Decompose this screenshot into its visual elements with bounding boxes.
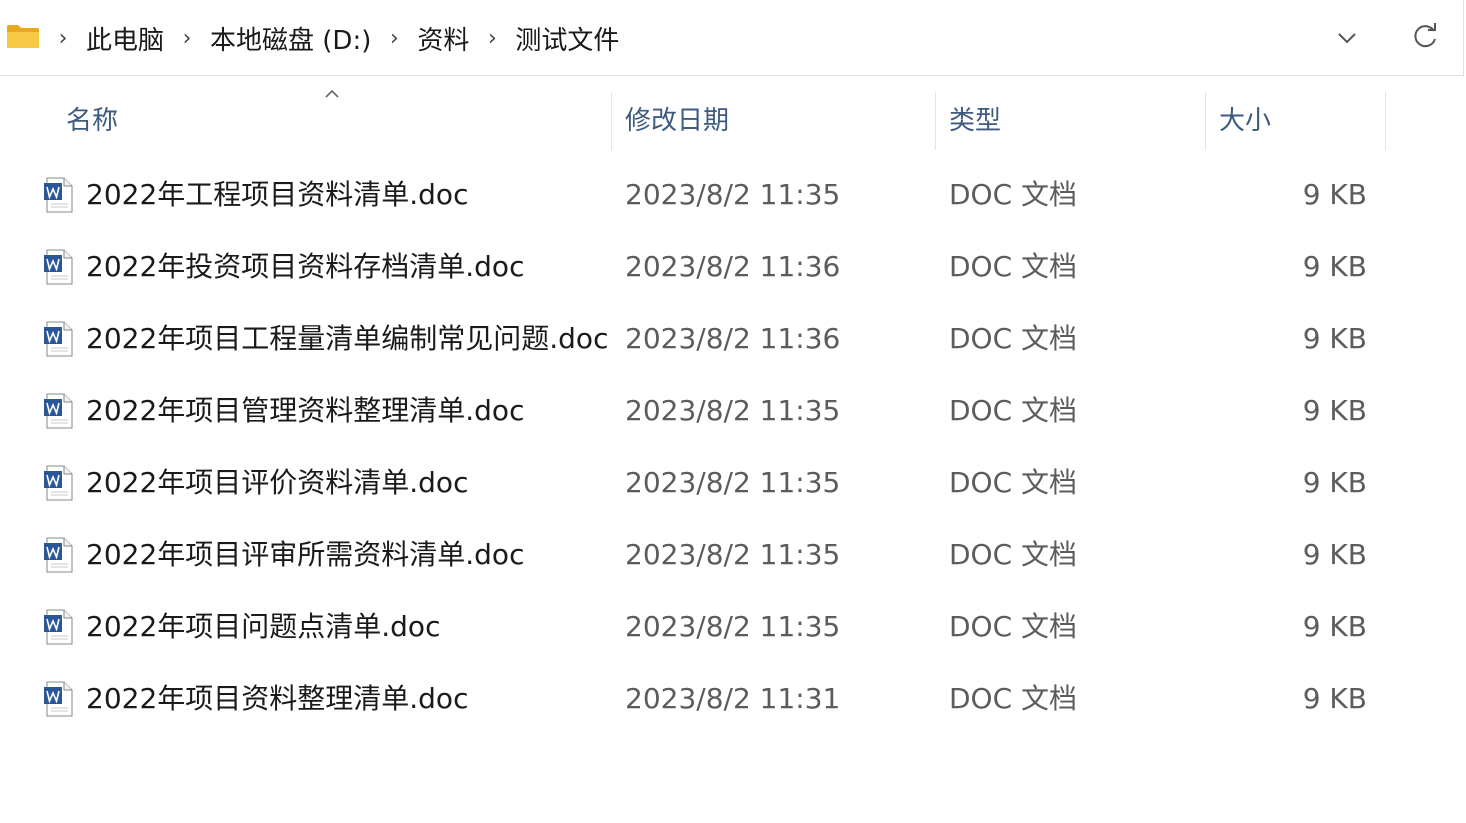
chevron-down-icon[interactable] bbox=[1330, 22, 1364, 54]
column-header-type[interactable]: 类型 bbox=[949, 92, 1001, 150]
file-row[interactable]: 2022年项目工程量清单编制常见问题.doc 2023/8/2 11:36 DO… bbox=[0, 303, 1400, 375]
column-header-size[interactable]: 大小 bbox=[1219, 92, 1271, 150]
column-header-name[interactable]: 名称 bbox=[66, 92, 118, 150]
file-modified: 2023/8/2 11:36 bbox=[625, 322, 841, 355]
file-modified: 2023/8/2 11:36 bbox=[625, 250, 841, 283]
refresh-icon[interactable] bbox=[1408, 20, 1442, 54]
breadcrumb-item-test-files[interactable]: 测试文件 bbox=[511, 20, 623, 57]
file-type: DOC 文档 bbox=[949, 682, 1078, 715]
file-type: DOC 文档 bbox=[949, 322, 1078, 355]
file-row[interactable]: 2022年项目评价资料清单.doc 2023/8/2 11:35 DOC 文档 … bbox=[0, 447, 1400, 519]
file-name: 2022年项目评审所需资料清单.doc bbox=[86, 538, 525, 571]
breadcrumb-separator[interactable]: › bbox=[375, 26, 413, 51]
breadcrumb-item-local-disk[interactable]: 本地磁盘 (D:) bbox=[206, 20, 375, 57]
file-type: DOC 文档 bbox=[949, 610, 1078, 643]
file-size: 9 KB bbox=[1302, 682, 1367, 715]
column-header: 名称 修改日期 类型 大小 bbox=[0, 92, 1466, 150]
file-row[interactable]: 2022年项目管理资料整理清单.doc 2023/8/2 11:35 DOC 文… bbox=[0, 375, 1400, 447]
file-size: 9 KB bbox=[1302, 250, 1367, 283]
file-size: 9 KB bbox=[1302, 610, 1367, 643]
file-name: 2022年项目评价资料清单.doc bbox=[86, 466, 469, 499]
breadcrumb-separator[interactable]: › bbox=[44, 26, 82, 51]
file-row[interactable]: 2022年工程项目资料清单.doc 2023/8/2 11:35 DOC 文档 … bbox=[0, 159, 1400, 231]
breadcrumb-separator[interactable]: › bbox=[168, 26, 206, 51]
file-name: 2022年项目工程量清单编制常见问题.doc bbox=[86, 322, 609, 355]
file-name: 2022年项目资料整理清单.doc bbox=[86, 682, 469, 715]
file-type: DOC 文档 bbox=[949, 178, 1078, 211]
file-modified: 2023/8/2 11:31 bbox=[625, 682, 841, 715]
file-type: DOC 文档 bbox=[949, 538, 1078, 571]
file-modified: 2023/8/2 11:35 bbox=[625, 178, 841, 211]
word-document-icon bbox=[43, 321, 73, 357]
file-modified: 2023/8/2 11:35 bbox=[625, 394, 841, 427]
breadcrumb: › 此电脑 › 本地磁盘 (D:) › 资料 › 测试文件 bbox=[44, 0, 623, 76]
file-name: 2022年投资项目资料存档清单.doc bbox=[86, 250, 525, 283]
breadcrumb-separator[interactable]: › bbox=[473, 26, 511, 51]
word-document-icon bbox=[43, 609, 73, 645]
file-row[interactable]: 2022年项目评审所需资料清单.doc 2023/8/2 11:35 DOC 文… bbox=[0, 519, 1400, 591]
breadcrumb-item-this-pc[interactable]: 此电脑 bbox=[82, 20, 168, 57]
word-document-icon bbox=[43, 465, 73, 501]
file-name: 2022年项目管理资料整理清单.doc bbox=[86, 394, 525, 427]
file-type: DOC 文档 bbox=[949, 394, 1078, 427]
column-divider[interactable] bbox=[1205, 92, 1206, 150]
file-name: 2022年工程项目资料清单.doc bbox=[86, 178, 469, 211]
column-divider[interactable] bbox=[1385, 92, 1386, 150]
word-document-icon bbox=[43, 681, 73, 717]
file-size: 9 KB bbox=[1302, 322, 1367, 355]
word-document-icon bbox=[43, 177, 73, 213]
column-divider[interactable] bbox=[611, 92, 612, 150]
word-document-icon bbox=[43, 537, 73, 573]
word-document-icon bbox=[43, 393, 73, 429]
column-header-modified[interactable]: 修改日期 bbox=[625, 92, 729, 150]
file-size: 9 KB bbox=[1302, 178, 1367, 211]
file-row[interactable]: 2022年项目问题点清单.doc 2023/8/2 11:35 DOC 文档 9… bbox=[0, 591, 1400, 663]
file-row[interactable]: 2022年投资项目资料存档清单.doc 2023/8/2 11:36 DOC 文… bbox=[0, 231, 1400, 303]
file-modified: 2023/8/2 11:35 bbox=[625, 610, 841, 643]
file-modified: 2023/8/2 11:35 bbox=[625, 466, 841, 499]
address-bar[interactable]: › 此电脑 › 本地磁盘 (D:) › 资料 › 测试文件 bbox=[0, 0, 1464, 76]
file-size: 9 KB bbox=[1302, 394, 1367, 427]
file-type: DOC 文档 bbox=[949, 466, 1078, 499]
file-size: 9 KB bbox=[1302, 538, 1367, 571]
folder-icon bbox=[7, 25, 39, 48]
file-modified: 2023/8/2 11:35 bbox=[625, 538, 841, 571]
column-divider[interactable] bbox=[935, 92, 936, 150]
breadcrumb-item-materials[interactable]: 资料 bbox=[413, 20, 473, 57]
file-type: DOC 文档 bbox=[949, 250, 1078, 283]
file-size: 9 KB bbox=[1302, 466, 1367, 499]
file-name: 2022年项目问题点清单.doc bbox=[86, 610, 441, 643]
file-row[interactable]: 2022年项目资料整理清单.doc 2023/8/2 11:31 DOC 文档 … bbox=[0, 663, 1400, 735]
word-document-icon bbox=[43, 249, 73, 285]
